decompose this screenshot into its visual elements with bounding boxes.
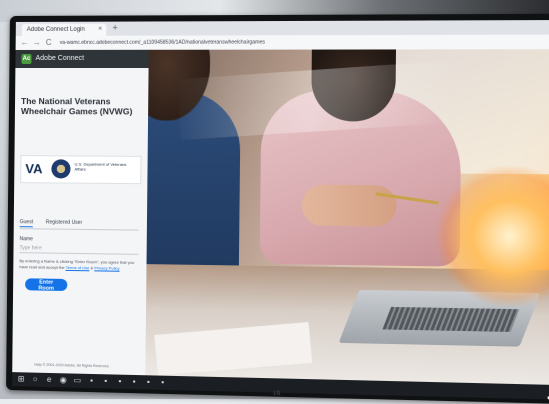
brand-bar: Ac Adobe Connect [15, 50, 148, 68]
name-input[interactable] [19, 243, 138, 255]
browser-tab[interactable]: Adobe Connect Login × [22, 24, 107, 36]
app-icon[interactable]: ▪ [101, 376, 111, 386]
va-seal-icon [51, 159, 70, 178]
app-icon[interactable]: ▪ [115, 377, 125, 387]
va-department-name: U.S. Department of Veterans Affairs [75, 161, 138, 172]
app-icon[interactable]: ▪ [157, 378, 167, 388]
back-arrow-icon[interactable]: ← [20, 38, 30, 48]
forward-arrow-icon[interactable]: → [32, 38, 42, 48]
login-panel: Ac Adobe Connect The National Veterans W… [12, 50, 150, 375]
tab-guest[interactable]: Guest [20, 218, 33, 227]
brand-name: Adobe Connect [35, 54, 84, 64]
hero-hand [302, 185, 397, 227]
app-icon[interactable]: ▪ [129, 377, 139, 387]
va-logo: VA U.S. Department of Veterans Affairs [20, 155, 141, 184]
terms-of-use-link[interactable]: Terms of Use [66, 264, 90, 269]
windows-start-icon[interactable]: ⊞ [16, 374, 26, 384]
edge-icon[interactable]: e [44, 375, 54, 385]
tab-registered-user[interactable]: Registered User [46, 218, 82, 226]
va-letters: VA [25, 161, 42, 176]
copyright: Help © 2001-2020 Adobe. All Rights Reser… [34, 363, 109, 369]
close-tab-icon[interactable]: × [98, 24, 102, 36]
new-tab-icon[interactable]: + [112, 23, 117, 33]
enter-room-button[interactable]: Enter Room [25, 278, 67, 291]
folder-icon[interactable]: ▭ [72, 376, 82, 386]
hero-image [145, 49, 549, 385]
privacy-policy-link[interactable]: Privacy Policy [94, 265, 119, 270]
reload-icon[interactable]: C [44, 38, 54, 48]
url-field[interactable]: va-wamc.ebncc.adobeconnect.com/_a1109458… [60, 38, 523, 47]
login-tabs: Guest Registered User [20, 218, 139, 230]
search-icon[interactable]: ○ [30, 375, 40, 385]
meeting-title: The National Veterans Wheelchair Games (… [21, 96, 140, 116]
adobe-connect-logo-icon: Ac [21, 54, 31, 64]
consent-text: By entering a Name & clicking "Enter Roo… [19, 258, 138, 271]
name-label: Name [20, 236, 33, 242]
screen: Adobe Connect Login × + ← → C va-wamc.eb… [12, 20, 549, 385]
monitor-brand: LG [273, 391, 280, 397]
app-icon[interactable]: ▪ [86, 376, 96, 386]
chrome-icon[interactable]: ◉ [58, 375, 68, 385]
monitor: Adobe Connect Login × + ← → C va-wamc.eb… [6, 14, 549, 404]
app-icon[interactable]: ▪ [143, 377, 153, 387]
hero-laptop-keyboard [382, 307, 519, 332]
browser-tab-title: Adobe Connect Login [27, 27, 85, 33]
